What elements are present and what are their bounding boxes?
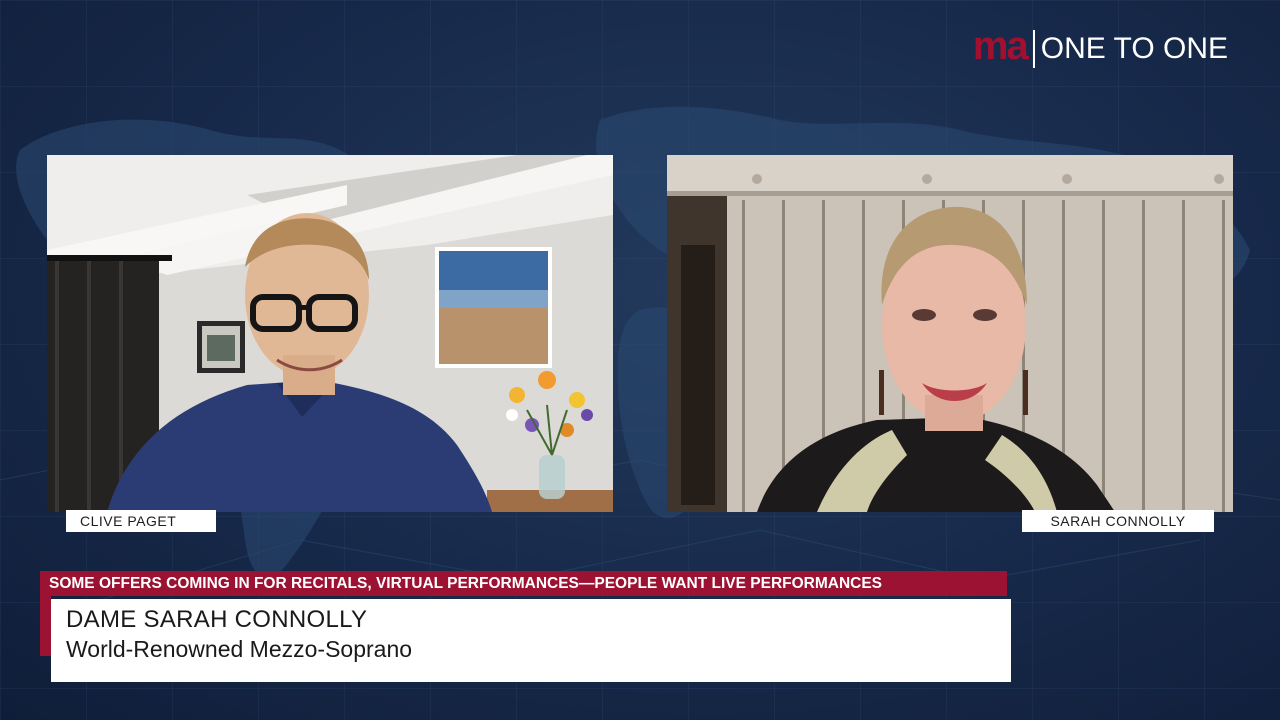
video-frame-right (667, 155, 1233, 512)
lower-third-caption: DAME SARAH CONNOLLY World-Renowned Mezzo… (51, 599, 1011, 682)
video-frame-left (47, 155, 613, 512)
video-feed-right (667, 155, 1233, 512)
broadcast-stage: ma ONE TO ONE CLIVE PAGET SARAH CONNOLLY… (0, 0, 1280, 720)
brand-divider (1032, 30, 1035, 68)
brand-title: ONE TO ONE (1040, 32, 1228, 65)
guest-title: World-Renowned Mezzo-Soprano (66, 636, 413, 662)
headline-ticker: SOME OFFERS COMING IN FOR RECITALS, VIRT… (40, 571, 1007, 596)
lower-third-accent-bar (40, 596, 51, 656)
participant-name-right: SARAH CONNOLLY (1022, 510, 1214, 532)
participant-name-left: CLIVE PAGET (66, 510, 216, 532)
show-brand: ma ONE TO ONE (972, 24, 1228, 70)
video-feed-left (47, 155, 613, 512)
guest-name: DAME SARAH CONNOLLY (66, 606, 368, 633)
brand-logo: ma (972, 24, 1029, 68)
